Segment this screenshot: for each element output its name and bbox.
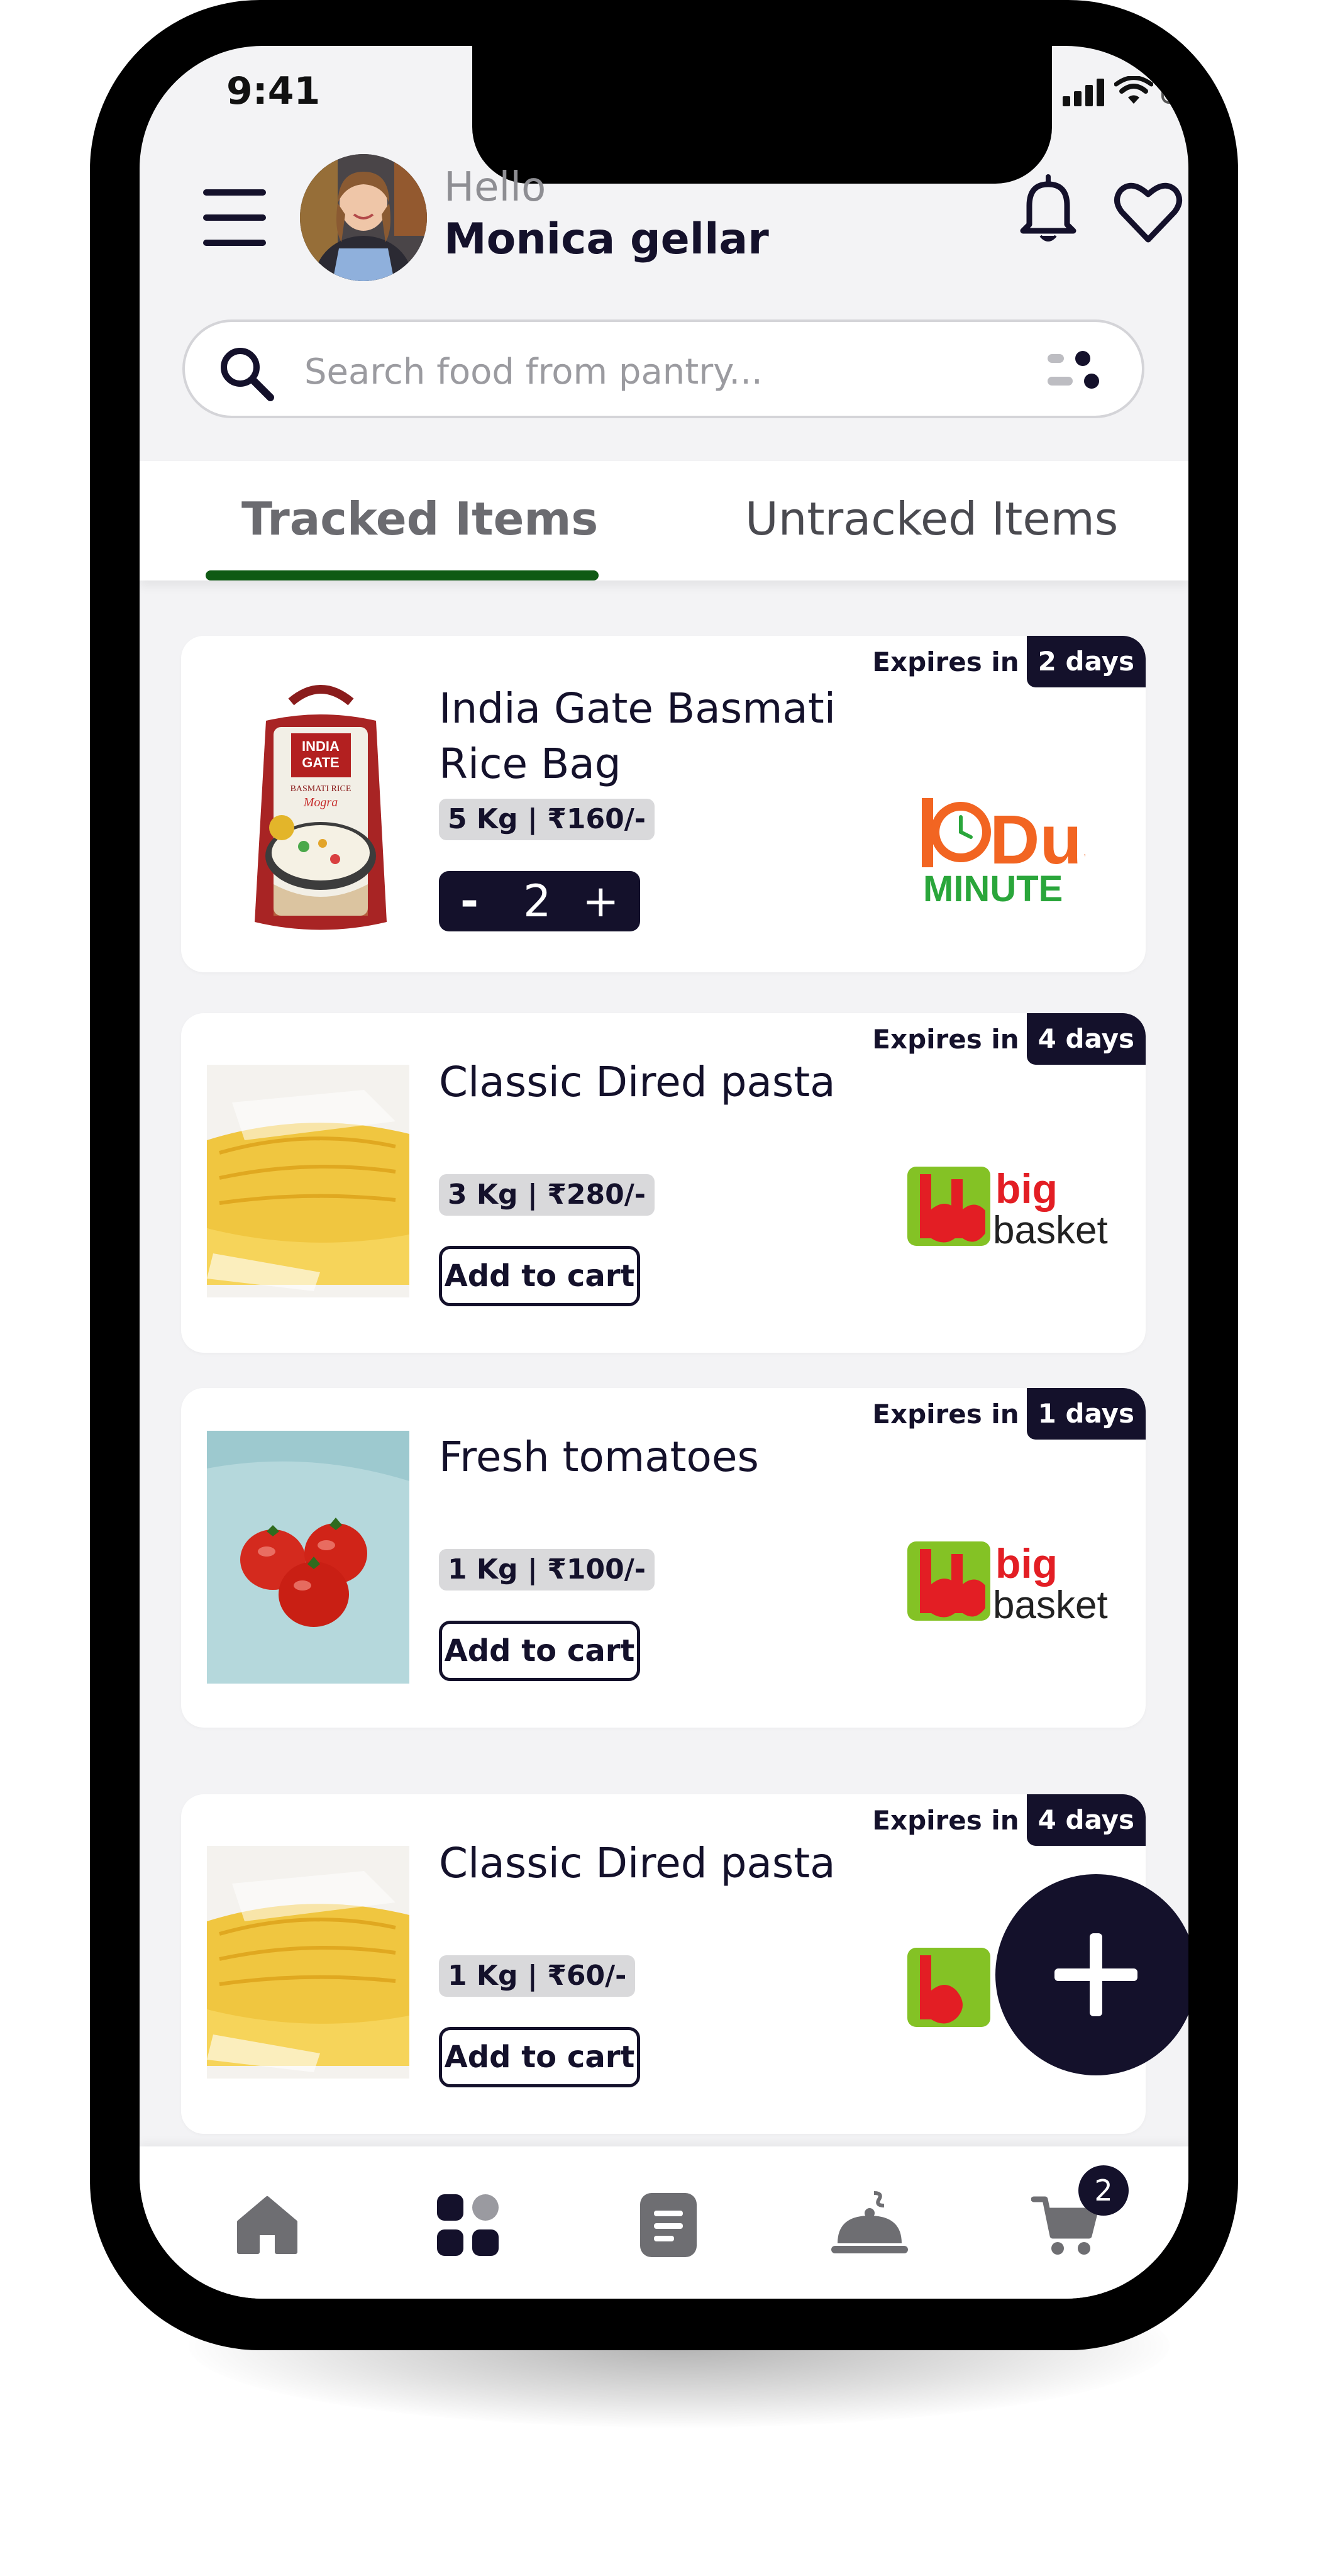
quantity-value: 2 [523, 875, 551, 927]
tracked-item-card[interactable]: Expires in 4 days Classic Dired pasta 3 … [181, 1013, 1146, 1353]
svg-text:BASMATI RICE: BASMATI RICE [290, 784, 351, 794]
avatar[interactable] [300, 154, 427, 281]
big-logo-text: big [995, 1540, 1058, 1587]
cloche-icon[interactable] [829, 2190, 910, 2260]
big-logo-text: big [995, 1165, 1058, 1212]
search-icon [221, 348, 274, 401]
bigbasket-logo: big basket [907, 1539, 1115, 1627]
basket-logo-text: basket [993, 1209, 1108, 1252]
home-icon[interactable] [233, 2190, 302, 2260]
add-item-fab[interactable] [995, 1874, 1188, 2075]
product-name: India Gate Basmati Rice Bag [439, 681, 836, 792]
greeting-text: Hello [444, 164, 546, 211]
cart-count-badge: 2 [1078, 2165, 1129, 2216]
grid-icon[interactable] [433, 2190, 502, 2260]
svg-text:Mogra: Mogra [303, 796, 338, 809]
battery-icon [1161, 77, 1188, 105]
pasta-image [207, 1065, 409, 1297]
plus-icon [1054, 1933, 1137, 2016]
tracked-item-card[interactable]: Expires in 2 days INDIA GATE BASMATI RIC… [181, 636, 1146, 972]
expires-label: Expires in [872, 646, 1019, 677]
dus-logo-text: Dus [990, 801, 1085, 879]
search-bar[interactable]: Search food from pantry... [182, 319, 1144, 418]
active-tab-indicator [206, 570, 599, 580]
minute-logo-text: MINUTE [923, 869, 1063, 906]
add-to-cart-button[interactable]: Add to cart [439, 1621, 640, 1681]
expiry-tag: Expires in 2 days [872, 636, 1146, 687]
product-name: Classic Dired pasta [439, 1058, 836, 1106]
status-time: 9:41 [226, 69, 321, 113]
list-icon[interactable] [634, 2190, 703, 2260]
basket-logo-text: basket [993, 1584, 1108, 1627]
tab-bar: Tracked Items Untracked Items [140, 461, 1188, 580]
tracked-item-card[interactable]: Expires in 1 days Fresh tomatoes 1 Kg | … [181, 1388, 1146, 1728]
menu-icon[interactable] [203, 189, 266, 249]
user-name: Monica gellar [444, 214, 769, 264]
dus-minute-logo: Dus MINUTE [922, 793, 1120, 909]
tab-untracked-label[interactable]: Untracked Items [745, 492, 1118, 545]
expiry-tag: Expires in 4 days [872, 1013, 1146, 1065]
heart-icon[interactable] [1113, 179, 1183, 245]
search-input[interactable]: Search food from pantry... [304, 352, 763, 392]
bottom-nav [140, 2146, 1188, 2299]
phone-screen: 9:41 Hello Monica gellar Search food fro… [140, 46, 1188, 2299]
expires-label: Expires in [872, 1398, 1019, 1430]
expires-badge: 2 days [1026, 636, 1146, 687]
expires-label: Expires in [872, 1804, 1019, 1836]
pasta-image [207, 1846, 409, 2079]
svg-text:INDIA: INDIA [302, 738, 340, 754]
quantity-price-chip: 3 Kg | ₹280/- [439, 1174, 655, 1216]
product-name: Classic Dired pasta [439, 1839, 836, 1887]
quantity-price-chip: 1 Kg | ₹100/- [439, 1549, 655, 1591]
svg-text:GATE: GATE [302, 755, 339, 770]
expires-badge: 4 days [1026, 1013, 1146, 1065]
expires-badge: 1 days [1026, 1388, 1146, 1440]
tab-tracked[interactable]: Tracked Items [241, 492, 598, 545]
product-name: Fresh tomatoes [439, 1433, 759, 1481]
product-name-line1: India Gate Basmati [439, 684, 836, 733]
phone-frame: 9:41 Hello Monica gellar Search food fro… [90, 0, 1238, 2350]
product-name-line2: Rice Bag [439, 740, 621, 788]
add-to-cart-button[interactable]: Add to cart [439, 1246, 640, 1306]
notch [472, 46, 1052, 184]
filter-icon[interactable] [1043, 344, 1105, 398]
quantity-price-chip: 1 Kg | ₹60/- [439, 1955, 636, 1997]
quantity-price-chip: 5 Kg | ₹160/- [439, 799, 655, 840]
add-to-cart-button[interactable]: Add to cart [439, 2027, 640, 2087]
bigbasket-logo: big basket [907, 1164, 1115, 1252]
tomatoes-image [207, 1431, 409, 1684]
rice-bag-image: INDIA GATE BASMATI RICE Mogra [255, 685, 387, 930]
expires-label: Expires in [872, 1023, 1019, 1055]
bigbasket-logo [907, 1945, 995, 2033]
signal-icon [1063, 79, 1107, 106]
quantity-stepper[interactable]: - 2 + [439, 871, 640, 931]
decrement-button[interactable]: - [460, 877, 479, 925]
bell-icon[interactable] [1015, 173, 1081, 246]
expiry-tag: Expires in 4 days [872, 1794, 1146, 1846]
expiry-tag: Expires in 1 days [872, 1388, 1146, 1440]
wifi-icon [1114, 76, 1153, 104]
expires-badge: 4 days [1026, 1794, 1146, 1846]
increment-button[interactable]: + [582, 877, 619, 925]
